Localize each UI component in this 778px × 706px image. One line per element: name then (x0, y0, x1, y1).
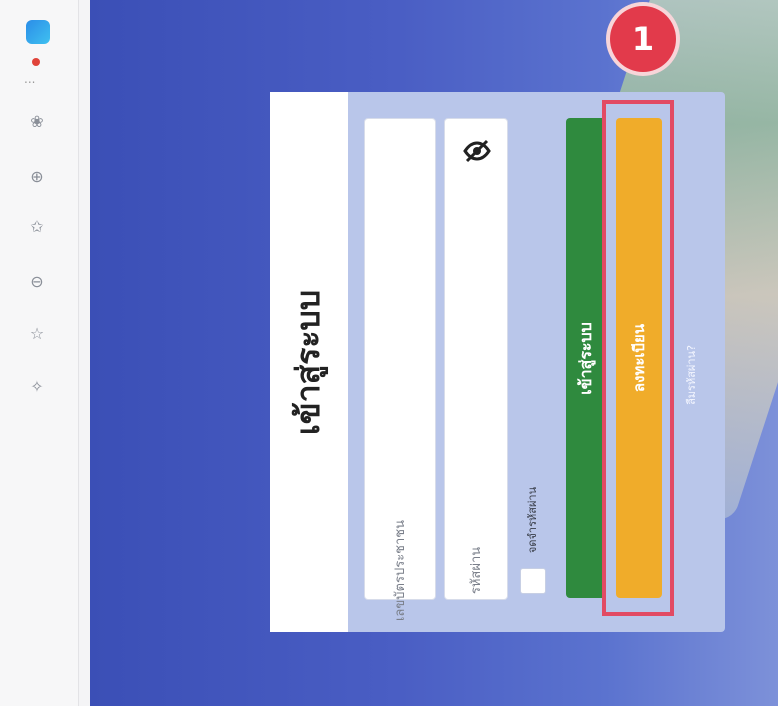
password-input[interactable]: รหัสผ่าน (444, 118, 508, 600)
copilot-icon[interactable]: ⊕ (26, 165, 48, 187)
edge-logo-icon[interactable] (26, 20, 50, 44)
password-placeholder: รหัสผ่าน (469, 546, 485, 595)
remember-checkbox[interactable] (520, 568, 546, 594)
forgot-password-link[interactable]: ลืมรหัสผ่าน? (680, 330, 702, 420)
page-title: เข้าสู่ระบบ (289, 289, 328, 435)
register-highlight-box (602, 100, 674, 616)
login-button-label: เข้าสู่ระบบ (575, 321, 595, 395)
id-card-input[interactable]: เลขบัตรประชาชน (364, 118, 436, 621)
more-dots-icon[interactable]: ... (24, 72, 35, 86)
eye-off-icon[interactable] (461, 135, 493, 167)
star-icon[interactable]: ✧ (26, 375, 48, 397)
collections-icon[interactable]: ☆ (26, 322, 48, 344)
remember-label: จดจำรหัสผ่าน (526, 486, 540, 554)
favorites-icon[interactable]: ⊖ (26, 270, 48, 292)
tabs-icon[interactable]: ✩ (26, 215, 48, 237)
login-button[interactable]: เข้าสู่ระบบ (566, 118, 606, 598)
shopping-icon[interactable]: ❀ (26, 110, 48, 132)
login-title-box: เข้าสู่ระบบ (270, 92, 348, 632)
notification-dot-icon (32, 58, 40, 66)
browser-sidebar: ... ❀ ⊕ ✩ ⊖ ☆ ✧ (0, 0, 79, 706)
step-marker: 1 (610, 6, 676, 72)
id-card-placeholder: เลขบัตรประชาชน (393, 519, 409, 622)
